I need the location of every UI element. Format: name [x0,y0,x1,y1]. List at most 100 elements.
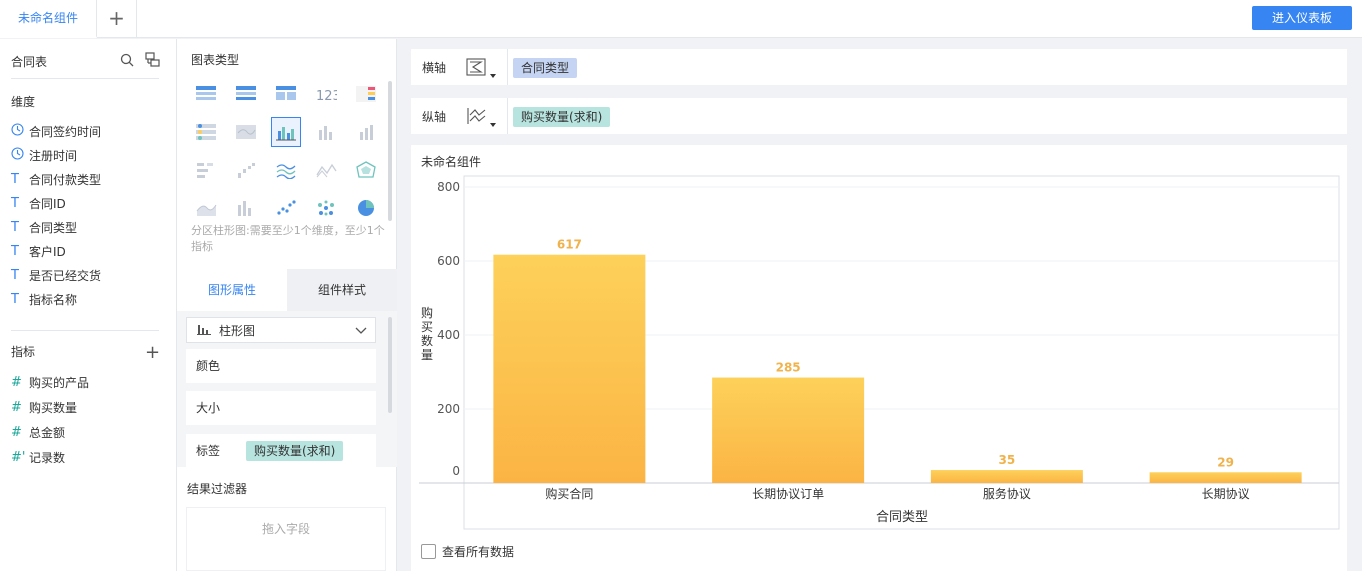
shape-type-select[interactable]: 柱形图 [186,317,376,343]
stacked-bar-icon[interactable] [311,117,341,147]
map-icon[interactable] [231,117,261,147]
data-label: 617 [557,238,582,252]
clock-icon [11,146,29,164]
chart-panel: 未命名组件 0 200 400 600 800 617 购买合同 285 长期协议订单 35 服务协… [411,145,1347,571]
dimension-label: 合同签约时间 [29,124,102,139]
show-all-data-label: 查看所有数据 [442,545,515,559]
dimension-field[interactable]: T 合同付款类型 [11,169,101,189]
tab-unnamed-component[interactable]: 未命名组件 [0,0,97,38]
area-icon[interactable] [311,155,341,185]
bar[interactable] [712,377,865,483]
measure-label: 购买的产品 [29,375,90,390]
partitioned-bar-icon[interactable] [271,117,301,147]
switch-table-icon[interactable] [145,52,160,70]
table-icon[interactable] [191,79,221,109]
x-tick-label: 长期协议订单 [752,486,824,501]
data-label: 35 [999,453,1016,467]
dimension-field[interactable]: 注册时间 [11,145,77,165]
y-axis-title: 购 [421,305,433,320]
bar-chart: 0 200 400 600 800 617 购买合同 285 长期协议订单 35 服务协议 29 长期协… [419,175,1340,530]
cross-table-icon[interactable] [271,79,301,109]
shape-properties: 柱形图 颜色 大小 标签 购买数量(求和) [177,311,397,468]
bar[interactable] [930,470,1083,483]
radar-icon[interactable] [351,155,381,185]
search-icon[interactable] [120,53,134,70]
show-all-data-row[interactable]: 查看所有数据 [421,543,514,560]
x-axis-bar: 横轴 合同类型 [411,49,1347,85]
dimension-label: 合同ID [29,196,66,211]
y-axis-bar: 纵轴 购买数量(求和) [411,98,1347,134]
y-axis-label: 纵轴 [422,110,447,124]
shape-type-value: 柱形图 [219,323,256,338]
line-icon[interactable] [271,155,301,185]
bar[interactable] [493,254,646,483]
x-axis-sort-icon[interactable] [465,57,499,82]
add-measure-button[interactable]: + [145,342,160,363]
dimension-field[interactable]: T 指标名称 [11,289,77,309]
y-axis-title: 买 [421,320,433,334]
config-panel: 图表类型 123 分区柱形图:需要至少1个维度，至少1个指标 图形属性 组件样式… [177,39,397,571]
measure-label: 总金额 [29,425,66,440]
label-property[interactable]: 标签 购买数量(求和) [186,434,376,468]
dimension-field[interactable]: T 合同ID [11,193,66,213]
number-type-icon: #' [11,449,26,465]
dimension-label: 客户ID [29,244,66,259]
scatter-icon[interactable] [271,193,301,223]
y-axis-title: 量 [421,348,433,362]
bubble-icon[interactable] [311,193,341,223]
y-axis-title: 数 [421,333,433,348]
text-type-icon: T [11,243,19,259]
measure-field[interactable]: #' 记录数 [11,447,65,467]
measure-label: 购买数量 [29,400,78,415]
text-type-icon: T [11,291,19,307]
y-axis-field-pill[interactable]: 购买数量(求和) [513,107,611,127]
divider [507,98,508,134]
divider [11,330,159,331]
column-icon[interactable] [231,193,261,223]
kpi-icon[interactable] [191,117,221,147]
measure-field[interactable]: # 购买数量 [11,397,77,417]
tab-shape-properties[interactable]: 图形属性 [177,269,287,311]
y-axis-sort-icon[interactable] [465,106,499,131]
chart-type-title: 图表类型 [191,53,240,67]
show-all-data-checkbox[interactable] [421,544,436,559]
dimension-label: 是否已经交货 [29,268,102,283]
measure-label: 记录数 [29,450,66,465]
range-bar-icon[interactable] [191,155,221,185]
dimension-label: 合同付款类型 [29,172,102,187]
grouped-table-icon[interactable] [231,79,261,109]
tab-component-style[interactable]: 组件样式 [287,269,397,311]
measure-field[interactable]: # 购买的产品 [11,372,89,392]
x-axis-field-pill[interactable]: 合同类型 [513,58,578,78]
dimension-field[interactable]: T 合同类型 [11,217,77,237]
bar[interactable] [1149,472,1302,483]
color-table-icon[interactable] [351,79,381,109]
scrollbar[interactable] [388,81,392,221]
dimension-field[interactable]: 合同签约时间 [11,121,101,141]
area-line-icon[interactable] [191,193,221,223]
label-field-pill[interactable]: 购买数量(求和) [246,441,344,461]
dimension-field[interactable]: T 客户ID [11,241,66,261]
size-property[interactable]: 大小 [186,391,376,425]
label-property-title: 标签 [196,444,221,458]
measure-field[interactable]: # 总金额 [11,422,65,442]
dimension-field[interactable]: T 是否已经交货 [11,265,101,285]
pie-icon[interactable] [351,193,381,223]
chevron-down-icon [355,324,367,339]
color-property[interactable]: 颜色 [186,349,376,383]
add-tab-button[interactable]: + [97,0,137,38]
bar-icon[interactable] [351,117,381,147]
data-label: 29 [1217,455,1234,469]
filter-drop-zone[interactable]: 拖入字段 [186,507,386,571]
bar-chart-icon [197,323,211,338]
y-tick-label: 200 [437,402,460,416]
x-tick-label: 服务协议 [983,486,1031,501]
waterfall-icon[interactable] [231,155,261,185]
y-tick-label: 400 [437,328,460,342]
x-tick-label: 长期协议 [1202,486,1250,501]
x-axis-label: 横轴 [422,61,447,75]
number-icon[interactable]: 123 [311,79,341,109]
enter-dashboard-button[interactable]: 进入仪表板 [1252,6,1352,30]
scrollbar[interactable] [388,317,392,413]
table-name: 合同表 [11,55,48,69]
